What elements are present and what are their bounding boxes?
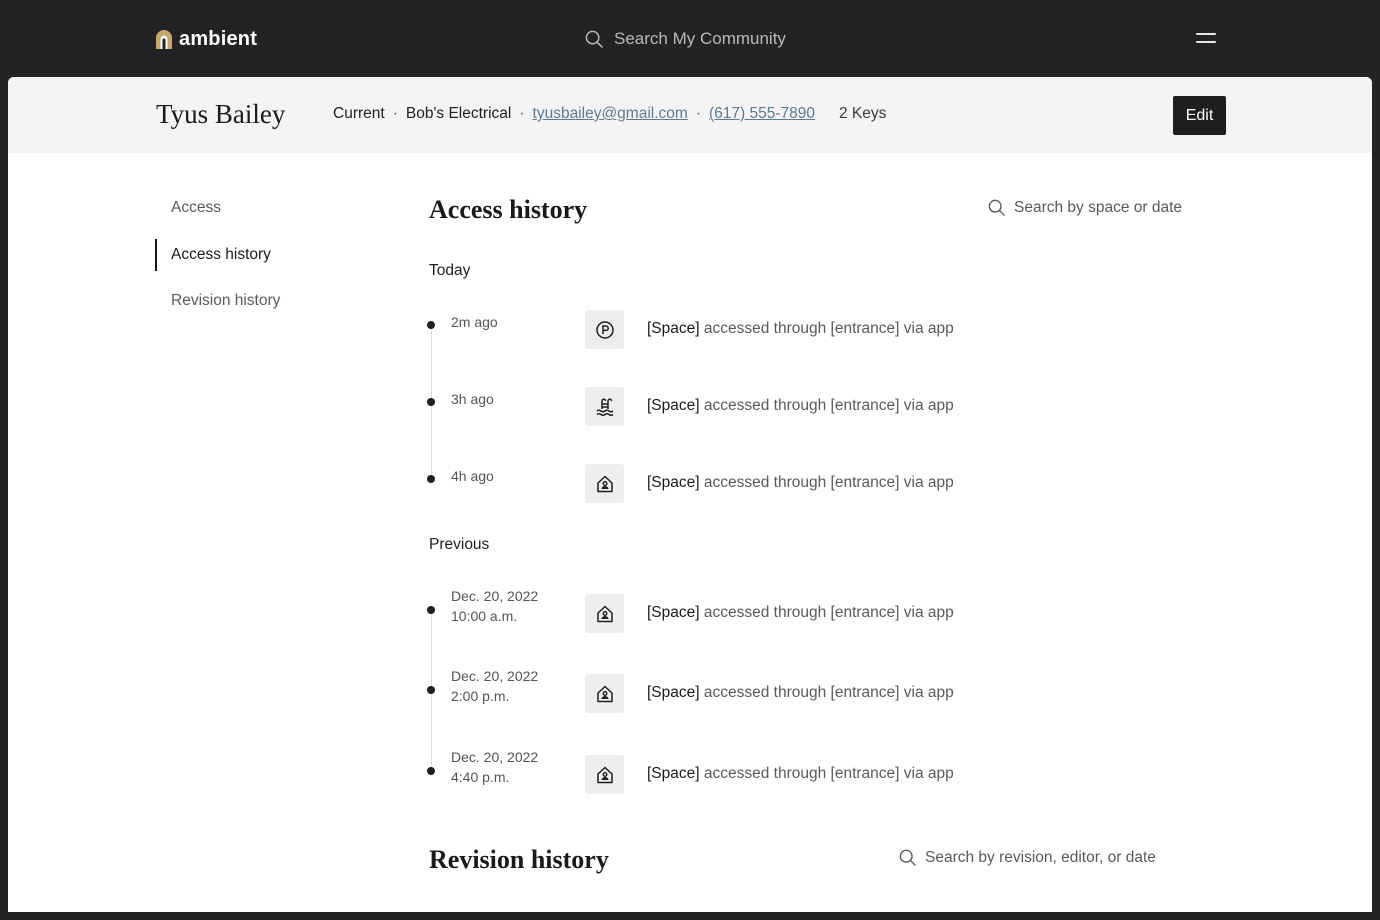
separator: · [392,105,398,122]
profile-name: Tyus Bailey [156,99,286,129]
community-search[interactable]: Search My Community [585,27,786,51]
sidenav-item-access[interactable]: Access [155,192,375,224]
revision-history-search-placeholder[interactable]: Search by revision, editor, or date [925,849,1156,867]
access-entry[interactable]: 2m ago [Space] accessed through [entranc… [426,310,1026,350]
search-icon [988,199,1005,216]
search-icon [899,849,916,866]
profile-meta: Current · Bob's Electrical · tyusbailey@… [333,105,886,123]
timeline-bullet [427,606,435,614]
entry-time: 4h ago [451,468,494,484]
sidenav-item-label: Access history [171,245,271,263]
entry-description: [Space] accessed through [entrance] via … [647,684,954,702]
community-search-placeholder[interactable]: Search My Community [614,29,786,49]
side-nav: Access Access history Revision history [155,192,375,332]
profile-email-link[interactable]: tyusbailey@gmail.com [533,105,688,123]
entry-description: [Space] accessed through [entrance] via … [647,474,954,492]
pool-icon [585,387,624,426]
entry-time: 2:00 p.m. [451,688,510,704]
entry-time: 2m ago [451,314,498,330]
timeline-bullet [427,475,435,483]
access-history-search-placeholder[interactable]: Search by space or date [1014,199,1182,217]
timeline-bullet [427,767,435,775]
entry-text: accessed through [entrance] via app [703,604,954,621]
access-history-title: Access history [429,195,588,224]
arch-logo-icon [156,29,172,49]
top-bar: ambient Search My Community [0,0,1380,77]
entry-time: 10:00 a.m. [451,608,518,624]
group-label-previous: Previous [429,536,490,553]
sidenav-item-label: Access [171,199,221,216]
separator: · [695,105,701,122]
sidenav-item-access-history[interactable]: Access history [155,238,375,271]
entry-time: 3h ago [451,391,494,407]
entry-time: 4:40 p.m. [451,769,510,785]
home-person-icon [585,594,624,633]
access-entry[interactable]: Dec. 20, 2022 2:00 p.m. [Space] accessed… [426,668,1026,714]
sidenav-item-label: Revision history [171,292,281,309]
access-entry[interactable]: 3h ago [Space] accessed through [entranc… [426,387,1026,427]
main-panel: Tyus Bailey Current · Bob's Electrical ·… [8,77,1372,912]
entry-description: [Space] accessed through [entrance] via … [647,765,954,783]
home-person-icon [585,674,624,713]
entry-text: accessed through [entrance] via app [703,397,954,414]
edit-button[interactable]: Edit [1173,96,1226,135]
entry-description: [Space] accessed through [entrance] via … [647,320,954,338]
timeline-bullet [427,686,435,694]
sidenav-item-revision-history[interactable]: Revision history [155,285,375,317]
entry-space: [Space] [647,684,700,701]
profile-keys-count: 2 Keys [838,105,887,122]
profile-phone-link[interactable]: (617) 555-7890 [709,105,815,123]
profile-status: Current [333,105,385,122]
revision-history-title: Revision history [429,845,609,874]
home-person-icon [585,464,624,503]
entry-date: Dec. 20, 2022 [451,749,539,765]
hamburger-menu-icon[interactable] [1196,31,1216,45]
entry-space: [Space] [647,474,700,491]
access-history-search[interactable]: Search by space or date [988,199,1182,217]
entry-space: [Space] [647,765,700,782]
entry-text: accessed through [entrance] via app [703,474,954,491]
entry-description: [Space] accessed through [entrance] via … [647,604,954,622]
home-person-icon [585,755,624,794]
entry-space: [Space] [647,320,700,337]
access-entry[interactable]: Dec. 20, 2022 10:00 a.m. [Space] accesse… [426,588,1026,634]
entry-date: Dec. 20, 2022 [451,588,539,604]
entry-text: accessed through [entrance] via app [703,765,954,782]
separator: · [519,105,525,122]
entry-text: accessed through [entrance] via app [703,684,954,701]
timeline-bullet [427,398,435,406]
access-entry[interactable]: 4h ago [Space] accessed through [entranc… [426,464,1026,504]
revision-history-search[interactable]: Search by revision, editor, or date [899,849,1156,867]
entry-space: [Space] [647,397,700,414]
profile-company: Bob's Electrical [405,105,512,122]
entry-text: accessed through [entrance] via app [703,320,954,337]
profile-header: Tyus Bailey Current · Bob's Electrical ·… [8,77,1372,153]
search-icon [585,30,603,48]
entry-description: [Space] accessed through [entrance] via … [647,397,954,415]
parking-icon [585,310,624,349]
entry-space: [Space] [647,604,700,621]
timeline-bullet [427,321,435,329]
brand-logo[interactable]: ambient [155,28,257,50]
entry-date: Dec. 20, 2022 [451,668,539,684]
group-label-today: Today [429,262,471,279]
brand-name: ambient [179,27,258,50]
access-entry[interactable]: Dec. 20, 2022 4:40 p.m. [Space] accessed… [426,749,1026,795]
